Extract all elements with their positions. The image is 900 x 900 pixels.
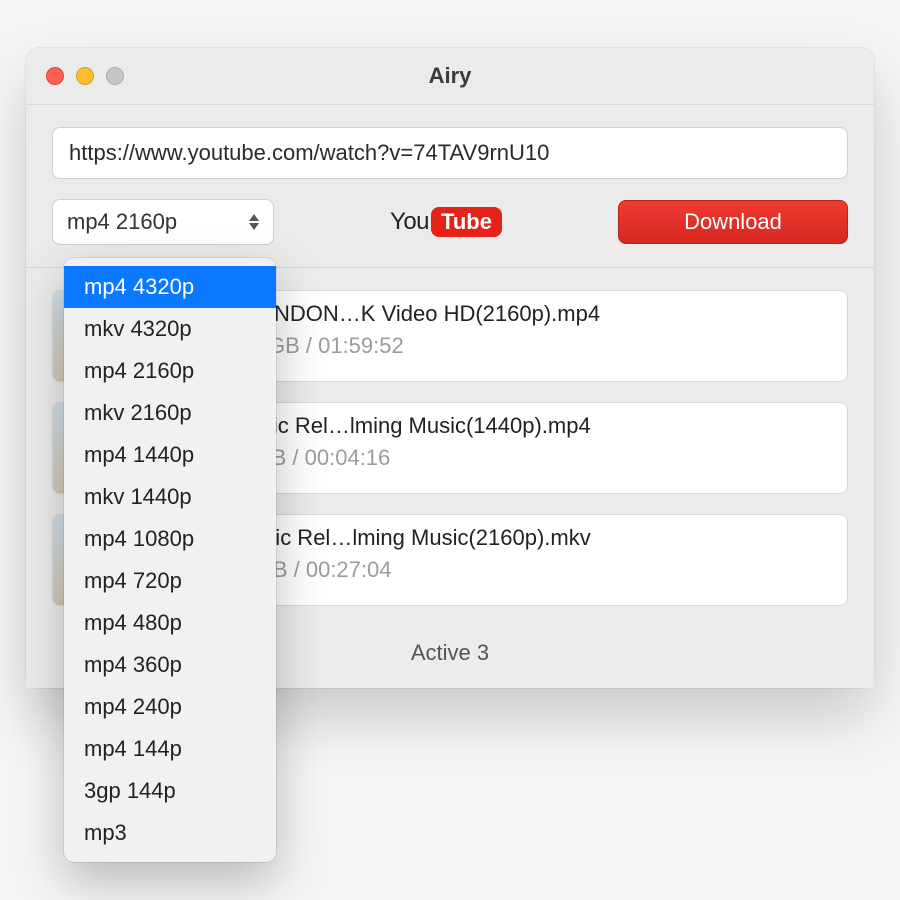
format-option[interactable]: mp4 144p <box>64 728 276 770</box>
format-option[interactable]: mp3 <box>64 812 276 854</box>
format-option[interactable]: mkv 2160p <box>64 392 276 434</box>
format-option[interactable]: mp4 720p <box>64 560 276 602</box>
zoom-icon[interactable] <box>106 67 124 85</box>
youtube-logo-you: You <box>390 208 429 236</box>
format-option[interactable]: mp4 480p <box>64 602 276 644</box>
close-icon[interactable] <box>46 67 64 85</box>
titlebar: Airy <box>26 48 874 105</box>
youtube-logo-tube: Tube <box>431 207 502 237</box>
format-option[interactable]: mp4 4320p <box>64 266 276 308</box>
download-button[interactable]: Download <box>618 200 848 244</box>
format-option[interactable]: mkv 1440p <box>64 476 276 518</box>
format-dropdown: mp4 4320pmkv 4320pmp4 2160pmkv 2160pmp4 … <box>64 258 276 862</box>
format-option[interactable]: mp4 1440p <box>64 434 276 476</box>
toolbar: mp4 2160p You Tube Download <box>26 105 874 245</box>
format-option[interactable]: mp4 240p <box>64 686 276 728</box>
format-select-value: mp4 2160p <box>67 209 177 235</box>
window-controls <box>46 67 124 85</box>
url-input[interactable] <box>52 127 848 179</box>
stepper-icon <box>249 214 263 230</box>
format-select[interactable]: mp4 2160p <box>52 199 274 245</box>
format-option[interactable]: mkv 4320p <box>64 308 276 350</box>
format-option[interactable]: 3gp 144p <box>64 770 276 812</box>
format-option[interactable]: mp4 360p <box>64 644 276 686</box>
format-option[interactable]: mp4 2160p <box>64 350 276 392</box>
minimize-icon[interactable] <box>76 67 94 85</box>
youtube-logo: You Tube <box>390 207 502 237</box>
window-title: Airy <box>26 63 874 89</box>
format-option[interactable]: mp4 1080p <box>64 518 276 560</box>
